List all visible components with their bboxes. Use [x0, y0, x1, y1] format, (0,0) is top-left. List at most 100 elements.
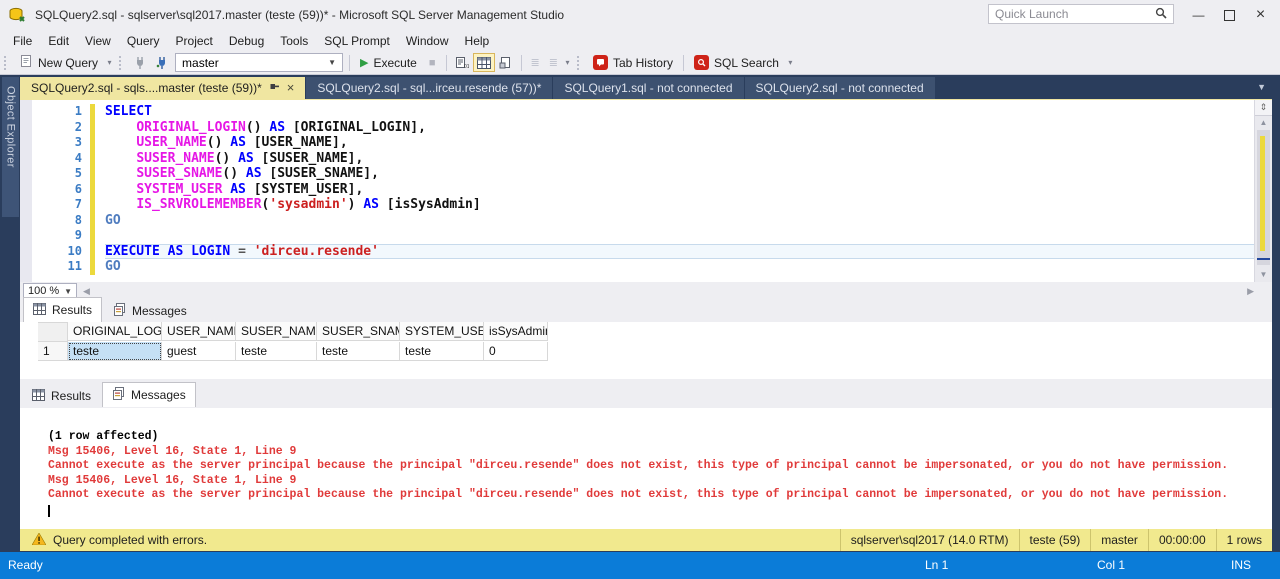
messages-pane: Results Messages (1 row affected)Msg 154… — [20, 385, 1272, 529]
menu-item-window[interactable]: Window — [398, 32, 457, 50]
maximize-button[interactable] — [1214, 0, 1245, 30]
selection-margin — [20, 100, 32, 282]
grid-header-cell[interactable]: SUSER_SNAME — [317, 322, 400, 341]
code-text: GO — [105, 213, 1254, 229]
document-tab[interactable]: SQLQuery1.sql - not connected — [553, 77, 743, 99]
results-pane: Results Messages ORIGINAL_LOGINUSER_NAME… — [20, 300, 1272, 379]
code-text: SYSTEM_USER AS [SYSTEM_USER], — [105, 182, 1254, 198]
scrollbar-up-icon[interactable]: ▲ — [1255, 118, 1272, 127]
hscroll-left-icon[interactable]: ◀ — [83, 286, 90, 297]
grid-header-cell[interactable]: SUSER_NAME — [236, 322, 317, 341]
code-text: USER_NAME() AS [USER_NAME], — [105, 135, 1254, 151]
toolbar-grip[interactable] — [4, 56, 10, 70]
code-line[interactable]: 6 SYSTEM_USER AS [SYSTEM_USER], — [32, 182, 1254, 198]
line-number: 6 — [32, 182, 90, 198]
connect-icon[interactable] — [129, 53, 151, 72]
decrease-indent-icon: ≣ — [526, 56, 544, 69]
menu-item-edit[interactable]: Edit — [40, 32, 77, 50]
code-line[interactable]: 3 USER_NAME() AS [USER_NAME], — [32, 135, 1254, 151]
code-line[interactable]: 8GO — [32, 213, 1254, 229]
hscroll-right-icon[interactable]: ▶ — [1247, 286, 1254, 297]
toolbar-overflow-icon[interactable]: ▾ — [785, 58, 796, 67]
menu-item-file[interactable]: File — [5, 32, 40, 50]
tab-results[interactable]: Results — [23, 297, 102, 322]
login-info: teste (59) — [1020, 529, 1091, 551]
quick-launch-box[interactable]: Quick Launch — [988, 4, 1174, 24]
sql-editor[interactable]: 1SELECT2 ORIGINAL_LOGIN() AS [ORIGINAL_L… — [20, 99, 1272, 282]
results-to-file-button[interactable] — [495, 53, 517, 72]
code-line[interactable]: 9 — [32, 228, 1254, 244]
menu-item-query[interactable]: Query — [119, 32, 168, 50]
stop-icon: ■ — [423, 57, 442, 69]
code-area[interactable]: 1SELECT2 ORIGINAL_LOGIN() AS [ORIGINAL_L… — [32, 100, 1254, 282]
tab-messages[interactable]: Messages — [104, 300, 196, 322]
object-explorer-tab[interactable]: Object Explorer — [2, 77, 19, 217]
menu-bar: FileEditViewQueryProjectDebugToolsSQL Pr… — [0, 30, 1280, 51]
messages-output[interactable]: (1 row affected)Msg 15406, Level 16, Sta… — [20, 408, 1272, 529]
tab-history-button[interactable]: Tab History — [587, 53, 679, 72]
toolbar-overflow-icon[interactable]: ▾ — [104, 58, 115, 67]
change-bar — [90, 259, 95, 275]
change-connection-icon[interactable] — [151, 53, 173, 72]
toolbar-grip[interactable] — [119, 56, 125, 70]
grid-cell[interactable]: teste — [68, 342, 162, 361]
tab-list-dropdown-icon[interactable]: ▼ — [1257, 82, 1266, 92]
document-tab[interactable]: SQLQuery2.sql - sql...irceu.resende (57)… — [306, 77, 552, 99]
grid-corner-cell — [38, 322, 68, 342]
svg-text:01: 01 — [464, 64, 469, 69]
code-line[interactable]: 7 IS_SRVROLEMEMBER('sysadmin') AS [isSys… — [32, 197, 1254, 213]
message-line: (1 row affected) — [48, 430, 1272, 445]
minimize-button[interactable]: — — [1183, 0, 1214, 30]
toolbar-grip[interactable] — [577, 56, 583, 70]
code-line[interactable]: 2 ORIGINAL_LOGIN() AS [ORIGINAL_LOGIN], — [32, 120, 1254, 136]
vertical-scrollbar[interactable]: ⇕ ▲ ▼ — [1254, 100, 1272, 282]
code-line[interactable]: 11GO — [32, 259, 1254, 275]
line-number: 11 — [32, 259, 90, 275]
menu-item-view[interactable]: View — [77, 32, 119, 50]
close-button[interactable]: × — [1245, 0, 1276, 30]
grid-header-cell[interactable]: USER_NAME — [162, 322, 236, 341]
pin-icon[interactable] — [269, 81, 280, 95]
results-to-grid-button[interactable] — [473, 53, 495, 72]
close-icon[interactable]: × — [287, 83, 295, 93]
toolbar-overflow-icon[interactable]: ▾ — [562, 58, 573, 67]
grid-cell[interactable]: teste — [400, 342, 484, 361]
grid-header-cell[interactable]: ORIGINAL_LOGIN — [68, 322, 162, 341]
code-line[interactable]: 5 SUSER_SNAME() AS [SUSER_SNAME], — [32, 166, 1254, 182]
tab-results[interactable]: Results — [23, 385, 100, 407]
scrollbar-down-icon[interactable]: ▼ — [1255, 270, 1272, 279]
line-number: 1 — [32, 104, 90, 120]
menu-item-sql-prompt[interactable]: SQL Prompt — [316, 32, 398, 50]
grid-cell[interactable]: teste — [236, 342, 317, 361]
execute-button[interactable]: ▶ Execute — [354, 54, 423, 72]
menu-item-tools[interactable]: Tools — [272, 32, 316, 50]
sql-search-label: SQL Search — [714, 56, 779, 70]
code-line[interactable]: 4 SUSER_NAME() AS [SUSER_NAME], — [32, 151, 1254, 167]
tab-messages[interactable]: Messages — [102, 382, 196, 407]
grid-header-cell[interactable]: isSysAdmin — [484, 322, 548, 341]
document-tab[interactable]: SQLQuery2.sql - not connected — [745, 77, 935, 99]
document-tab[interactable]: SQLQuery2.sql - sqls....master (teste (5… — [20, 77, 305, 99]
splitter-handle[interactable]: ⇕ — [1255, 100, 1272, 116]
grid-cell[interactable]: teste — [317, 342, 400, 361]
grid-header-cell[interactable]: SYSTEM_USER — [400, 322, 484, 341]
menu-item-project[interactable]: Project — [168, 32, 221, 50]
status-column: Col 1 — [1097, 552, 1125, 579]
database-selector[interactable]: master ▼ — [175, 53, 343, 72]
menu-item-help[interactable]: Help — [457, 32, 498, 50]
results-to-text-button[interactable]: 01 — [451, 53, 473, 72]
code-line[interactable]: 10EXECUTE AS LOGIN = 'dirceu.resende' — [32, 244, 1254, 260]
results-grid[interactable]: ORIGINAL_LOGINUSER_NAMESUSER_NAMESUSER_S… — [20, 322, 1272, 379]
code-line[interactable]: 1SELECT — [32, 104, 1254, 120]
grid-cell[interactable]: guest — [162, 342, 236, 361]
change-bar — [90, 197, 95, 213]
new-query-button[interactable]: New Query — [14, 52, 104, 73]
code-text: EXECUTE AS LOGIN = 'dirceu.resende' — [105, 244, 1254, 260]
sql-search-button[interactable]: SQL Search — [688, 53, 785, 72]
message-line: Msg 15406, Level 16, State 1, Line 9 — [48, 445, 1272, 460]
menu-item-debug[interactable]: Debug — [221, 32, 272, 50]
code-text: SUSER_NAME() AS [SUSER_NAME], — [105, 151, 1254, 167]
code-text: IS_SRVROLEMEMBER('sysadmin') AS [isSysAd… — [105, 197, 1254, 213]
grid-cell[interactable]: 0 — [484, 342, 548, 361]
grid-row-number[interactable]: 1 — [38, 342, 68, 361]
